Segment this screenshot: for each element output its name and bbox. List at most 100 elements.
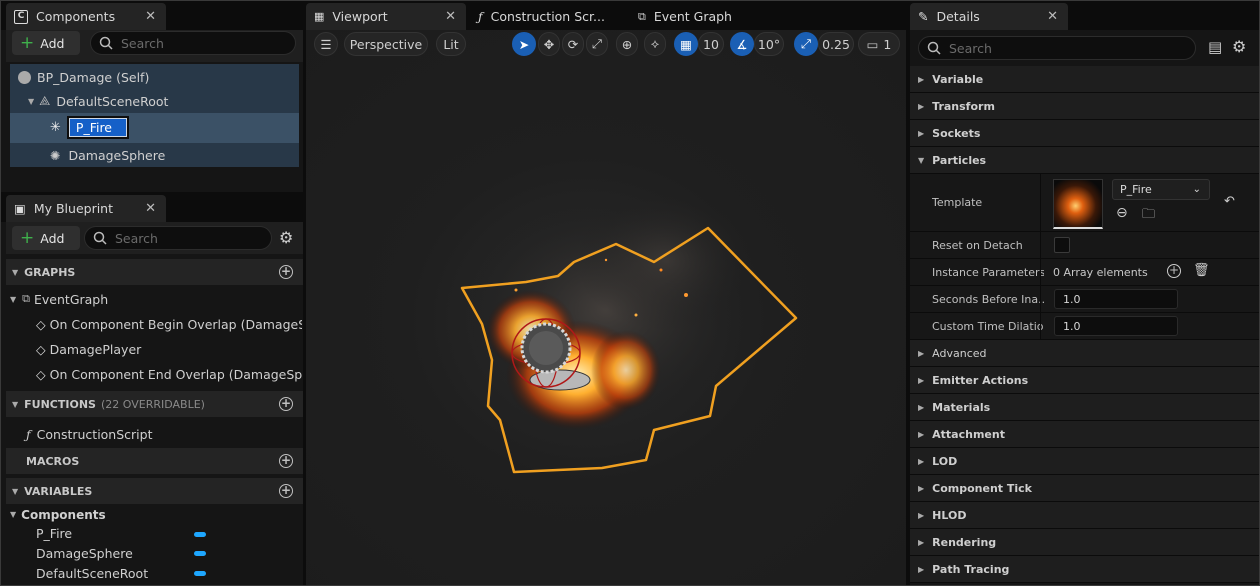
event-item[interactable]: ◇ On Component End Overlap (DamageSpher — [36, 366, 302, 382]
function-icon: ƒ — [26, 426, 31, 442]
tree-item-defaultsceneroot[interactable]: ▼ ⟁ DefaultSceneRoot — [28, 92, 168, 110]
close-icon[interactable]: ✕ — [145, 9, 156, 24]
category-attachment[interactable]: ▶ Attachment — [910, 421, 1260, 448]
tab-label: Construction Scr... — [490, 9, 605, 24]
event-item[interactable]: ◇ DamagePlayer — [36, 341, 141, 357]
tree-item-p-fire[interactable]: ✳ P_Fire — [50, 115, 129, 139]
tab-components[interactable]: C Components ✕ — [6, 3, 166, 30]
category-emitter-actions[interactable]: ▶ Emitter Actions — [910, 367, 1260, 394]
close-icon[interactable]: ✕ — [1047, 9, 1058, 24]
variable-item[interactable]: P_Fire — [36, 526, 72, 541]
browse-asset-icon[interactable]: 🗀 — [1142, 205, 1155, 227]
add-graph-icon[interactable]: + — [279, 265, 293, 279]
gear-icon[interactable]: ⚙ — [279, 228, 293, 247]
variable-type-pill — [194, 532, 206, 537]
chevron-down-icon: ▼ — [10, 294, 17, 304]
category-label: Sockets — [932, 126, 981, 140]
category-materials[interactable]: ▶ Materials — [910, 394, 1260, 421]
use-selected-icon[interactable]: ⊖ — [1116, 205, 1128, 221]
variable-label: P_Fire — [36, 526, 73, 541]
chevron-right-icon: ▶ — [918, 564, 925, 574]
variables-section-header[interactable]: ▼ VARIABLES + — [6, 478, 303, 504]
add-variable-icon[interactable]: + — [279, 484, 293, 498]
reset-on-detach-checkbox[interactable] — [1054, 237, 1070, 253]
tree-item-label: DefaultSceneRoot — [56, 93, 169, 109]
add-element-icon[interactable]: + — [1167, 264, 1181, 278]
chevron-right-icon: ▶ — [918, 128, 925, 138]
details-search-input[interactable]: Search — [918, 36, 1196, 60]
spark — [634, 313, 638, 317]
instance-params-value: 0 Array elements — [1053, 265, 1148, 279]
search-placeholder: Search — [121, 35, 164, 51]
viewport-area: ▦ Viewport ✕ ƒ Construction Scr... ⧉ Eve… — [306, 0, 906, 586]
add-macro-icon[interactable]: + — [279, 454, 293, 468]
close-icon[interactable]: ✕ — [145, 201, 156, 216]
tab-viewport[interactable]: ▦ Viewport ✕ — [306, 3, 466, 30]
viewport-grid-icon: ▦ — [314, 10, 325, 23]
tree-item-damagesphere[interactable]: ✺ DamageSphere — [50, 146, 165, 164]
spark — [514, 288, 518, 292]
close-icon[interactable]: ✕ — [445, 9, 456, 24]
template-thumbnail[interactable] — [1053, 179, 1103, 229]
chevron-right-icon: ▶ — [918, 537, 925, 547]
variable-item[interactable]: DefaultSceneRoot — [36, 566, 148, 581]
event-item[interactable]: ◇ On Component Begin Overlap (DamageSphe — [36, 316, 302, 332]
trash-icon[interactable]: 🗑 — [1193, 263, 1210, 278]
variable-label: DefaultSceneRoot — [36, 566, 149, 581]
graph-item-eventgraph[interactable]: ▼ ⧉ EventGraph — [10, 291, 108, 307]
template-value: P_Fire — [1120, 183, 1152, 196]
gear-icon[interactable]: ⚙ — [1232, 37, 1246, 56]
property-label: Instance Parameters — [932, 265, 1044, 279]
variables-group-components[interactable]: ▼ Components — [10, 507, 106, 522]
function-icon: ƒ — [478, 9, 483, 24]
table-view-icon[interactable]: ▤ — [1208, 38, 1222, 56]
blueprint-search-input[interactable]: Search — [84, 226, 272, 250]
seconds-before-inactive-input[interactable]: 1.0 — [1054, 289, 1178, 309]
category-hlod[interactable]: ▶ HLOD — [910, 502, 1260, 529]
function-item[interactable]: ƒ ConstructionScript — [26, 426, 153, 442]
macros-section-header[interactable]: MACROS + — [6, 448, 303, 474]
variable-type-pill — [194, 571, 206, 576]
tab-details[interactable]: ✎ Details ✕ — [910, 3, 1068, 30]
tree-item-self[interactable]: BP_Damage (Self) — [18, 68, 149, 86]
add-blueprint-item-button[interactable]: + Add — [12, 226, 80, 250]
chevron-down-icon: ▼ — [12, 486, 19, 496]
chevron-down-icon: ⌄ — [1192, 184, 1201, 195]
category-particles[interactable]: ▼ Particles — [910, 147, 1260, 174]
add-component-button[interactable]: + Add — [12, 31, 80, 55]
category-path-tracing[interactable]: ▶ Path Tracing — [910, 556, 1260, 583]
variable-label: DamageSphere — [36, 546, 133, 561]
category-advanced[interactable]: ▶ Advanced — [910, 340, 1260, 367]
variable-item[interactable]: DamageSphere — [36, 546, 133, 561]
category-transform[interactable]: ▶ Transform — [910, 93, 1260, 120]
category-label: Emitter Actions — [932, 373, 1029, 387]
add-label: Add — [40, 35, 65, 51]
category-lod[interactable]: ▶ LOD — [910, 448, 1260, 475]
template-asset-dropdown[interactable]: P_Fire ⌄ — [1112, 179, 1210, 200]
category-sockets[interactable]: ▶ Sockets — [910, 120, 1260, 147]
property-label: Template — [932, 196, 983, 209]
components-search-input[interactable]: Search — [90, 31, 296, 55]
event-diamond-icon: ◇ — [36, 316, 46, 332]
chevron-down-icon: ▼ — [10, 510, 17, 519]
graphs-section-header[interactable]: ▼ GRAPHS + — [6, 259, 303, 285]
tab-construction-script[interactable]: ƒ Construction Scr... — [470, 3, 624, 30]
chevron-down-icon: ▼ — [12, 267, 19, 277]
category-component-tick[interactable]: ▶ Component Tick — [910, 475, 1260, 502]
category-rendering[interactable]: ▶ Rendering — [910, 529, 1260, 556]
reset-to-default-icon[interactable]: ↶ — [1224, 194, 1235, 209]
plus-icon: + — [20, 32, 35, 53]
chevron-right-icon: ▶ — [918, 402, 925, 412]
tab-my-blueprint[interactable]: ▣ My Blueprint ✕ — [6, 195, 166, 222]
functions-header-label: FUNCTIONS — [24, 397, 96, 411]
add-function-icon[interactable]: + — [279, 397, 293, 411]
variables-group-label: Components — [21, 507, 106, 522]
property-custom-time-dilation: Custom Time Dilation 1.0 — [910, 313, 1260, 340]
custom-time-dilation-input[interactable]: 1.0 — [1054, 316, 1178, 336]
functions-section-header[interactable]: ▼ FUNCTIONS (22 OVERRIDABLE) + — [6, 391, 303, 417]
category-variable[interactable]: ▶ Variable — [910, 66, 1260, 93]
rename-field[interactable]: P_Fire — [66, 115, 129, 139]
macros-header-label: MACROS — [26, 454, 80, 468]
tab-event-graph[interactable]: ⧉ Event Graph — [630, 3, 770, 30]
actor-icon — [18, 70, 31, 84]
